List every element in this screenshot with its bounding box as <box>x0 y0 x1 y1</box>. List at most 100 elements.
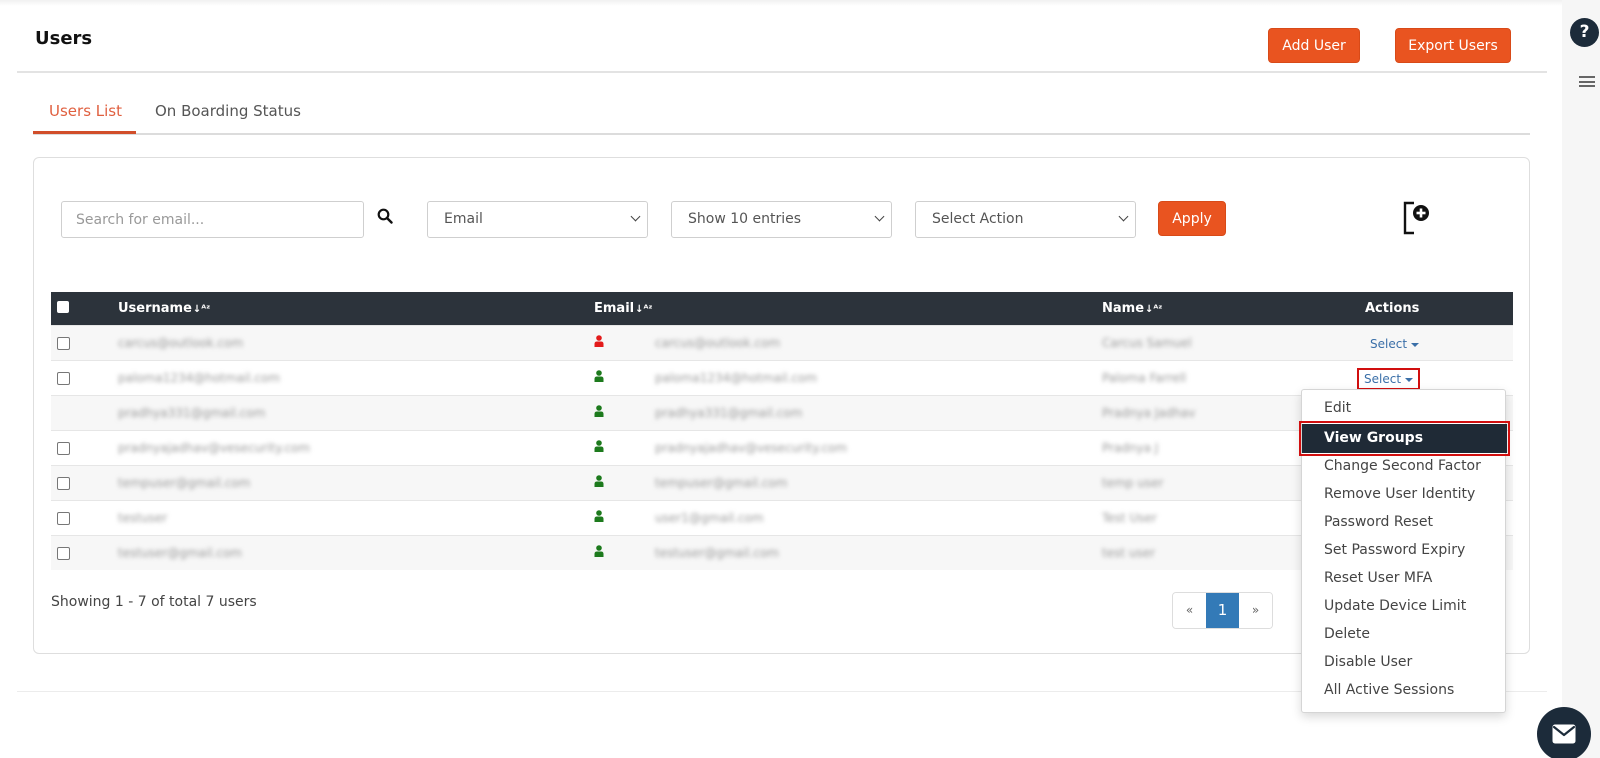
row-actions-dropdown[interactable]: Select <box>1356 368 1421 390</box>
chevron-down-icon <box>874 211 885 222</box>
username-cell: testuser@gmail.com <box>118 546 242 560</box>
column-label: Email <box>594 301 635 316</box>
envelope-icon <box>1552 724 1576 744</box>
menu-item-update-device-limit[interactable]: Update Device Limit <box>1324 598 1466 614</box>
username-cell: testuser <box>118 511 168 525</box>
menu-item-remove-user-identity[interactable]: Remove User Identity <box>1324 486 1475 502</box>
user-status-icon <box>594 475 604 487</box>
email-cell: pradnyajadhav@vesecurity.com <box>655 441 848 455</box>
row-checkbox[interactable] <box>57 477 70 490</box>
row-actions-menu: Edit View Groups Change Second Factor Remov… <box>1299 389 1510 713</box>
row-checkbox[interactable] <box>57 442 70 455</box>
name-cell: Carcus Samuel <box>1102 336 1192 350</box>
name-cell: Pradnya Jadhav <box>1102 406 1196 420</box>
caret-down-icon <box>1411 342 1420 347</box>
email-cell: pradhya331@gmail.com <box>655 406 803 420</box>
add-user-button[interactable]: Add User <box>1268 28 1360 63</box>
name-cell: test user <box>1102 546 1156 560</box>
right-sidebar <box>1562 0 1600 758</box>
page-title: Users <box>35 28 93 49</box>
sort-icon[interactable]: ↓ᴬᶻ <box>635 304 652 315</box>
sort-icon[interactable]: ↓ᴬᶻ <box>193 304 210 315</box>
table-row: paloma1234@hotmail.com paloma1234@hotmail… <box>51 360 1513 395</box>
table-row: testuser@gmail.com testuser@gmail.com test… <box>51 535 1513 570</box>
tab-onboarding-status[interactable]: On Boarding Status <box>155 102 301 134</box>
search-icon[interactable] <box>377 208 393 224</box>
apply-button[interactable]: Apply <box>1158 201 1226 236</box>
email-cell: paloma1234@hotmail.com <box>655 371 818 385</box>
column-header-username[interactable]: Username↓ᴬᶻ <box>118 301 210 316</box>
menu-icon[interactable] <box>1579 76 1595 87</box>
row-actions-dropdown[interactable]: Select <box>1365 335 1424 353</box>
username-cell: pradnyajadhav@vesecurity.com <box>118 441 311 455</box>
column-header-actions: Actions <box>1365 301 1420 316</box>
name-cell: Pradnya J <box>1102 441 1159 455</box>
menu-item-delete[interactable]: Delete <box>1324 626 1370 642</box>
user-status-icon <box>594 510 604 522</box>
active-tab-indicator <box>33 131 136 134</box>
menu-item-all-active-sessions[interactable]: All Active Sessions <box>1324 682 1454 698</box>
message-button[interactable] <box>1537 707 1591 758</box>
select-all-checkbox[interactable] <box>57 301 69 313</box>
table-row: carcus@outlook.com carcus@outlook.com Carc… <box>51 325 1513 360</box>
search-input[interactable] <box>61 201 364 238</box>
email-cell: user1@gmail.com <box>655 511 764 525</box>
row-checkbox[interactable] <box>57 372 70 385</box>
name-cell: Test User <box>1102 511 1157 525</box>
pagination-prev[interactable]: « <box>1173 593 1206 628</box>
table-header: Username↓ᴬᶻ Email↓ᴬᶻ Name↓ᴬᶻ Actions <box>51 292 1513 325</box>
table-body: carcus@outlook.com carcus@outlook.com Carc… <box>51 325 1513 570</box>
menu-item-view-groups[interactable]: View Groups <box>1299 421 1510 456</box>
column-label: Username <box>118 301 192 316</box>
table-row: tempuser@gmail.com tempuser@gmail.com temp… <box>51 465 1513 500</box>
document-add-icon[interactable] <box>1402 201 1432 235</box>
user-status-icon <box>594 545 604 557</box>
row-actions-label: Select <box>1364 372 1402 386</box>
row-checkbox[interactable] <box>57 512 70 525</box>
chevron-down-icon <box>1118 211 1129 222</box>
sort-icon[interactable]: ↓ᴬᶻ <box>1145 304 1162 315</box>
menu-item-edit[interactable]: Edit <box>1324 400 1351 416</box>
user-status-icon <box>594 370 604 382</box>
search-field-select[interactable]: Email <box>427 201 648 238</box>
export-users-button[interactable]: Export Users <box>1395 28 1511 63</box>
help-icon[interactable]: ? <box>1570 18 1599 47</box>
row-checkbox[interactable] <box>57 337 70 350</box>
user-status-icon <box>594 335 604 347</box>
entries-value: Show 10 entries <box>688 211 802 227</box>
bulk-action-value: Select Action <box>932 211 1024 227</box>
pagination: « 1 » <box>1172 592 1273 629</box>
chevron-down-icon <box>630 211 641 222</box>
menu-item-set-password-expiry[interactable]: Set Password Expiry <box>1324 542 1465 558</box>
username-cell: paloma1234@hotmail.com <box>118 371 281 385</box>
users-table: Username↓ᴬᶻ Email↓ᴬᶻ Name↓ᴬᶻ Actions car… <box>51 292 1513 570</box>
username-cell: tempuser@gmail.com <box>118 476 251 490</box>
table-row: testuseruser1@gmail.comTest UserSelect <box>51 500 1513 535</box>
caret-down-icon <box>1405 377 1414 382</box>
menu-item-password-reset[interactable]: Password Reset <box>1324 514 1433 530</box>
menu-item-change-second-factor[interactable]: Change Second Factor <box>1324 458 1481 474</box>
bulk-action-select[interactable]: Select Action <box>915 201 1136 238</box>
pagination-next[interactable]: » <box>1239 593 1272 628</box>
menu-item-reset-user-mfa[interactable]: Reset User MFA <box>1324 570 1432 586</box>
username-cell: carcus@outlook.com <box>118 336 244 350</box>
email-cell: testuser@gmail.com <box>655 546 779 560</box>
entries-per-page-select[interactable]: Show 10 entries <box>671 201 892 238</box>
tab-users-list[interactable]: Users List <box>49 102 122 134</box>
row-actions-label: Select <box>1370 337 1408 351</box>
pagination-page[interactable]: 1 <box>1206 593 1239 628</box>
name-cell: Paloma Farrell <box>1102 371 1187 385</box>
table-row: pradnyajadhav@vesecurity.com pradnyajadha… <box>51 430 1513 465</box>
user-status-icon <box>594 405 604 417</box>
username-cell: pradhya331@gmail.com <box>118 406 266 420</box>
menu-item-disable-user[interactable]: Disable User <box>1324 654 1412 670</box>
column-header-email[interactable]: Email↓ᴬᶻ <box>594 301 653 316</box>
column-label: Name <box>1102 301 1145 316</box>
email-cell: carcus@outlook.com <box>655 336 781 350</box>
showing-count: Showing 1 - 7 of total 7 users <box>51 594 257 610</box>
table-row: pradhya331@gmail.com pradhya331@gmail.com… <box>51 395 1513 430</box>
column-header-name[interactable]: Name↓ᴬᶻ <box>1102 301 1162 316</box>
email-cell: tempuser@gmail.com <box>655 476 788 490</box>
row-checkbox[interactable] <box>57 547 70 560</box>
name-cell: temp user <box>1102 476 1164 490</box>
